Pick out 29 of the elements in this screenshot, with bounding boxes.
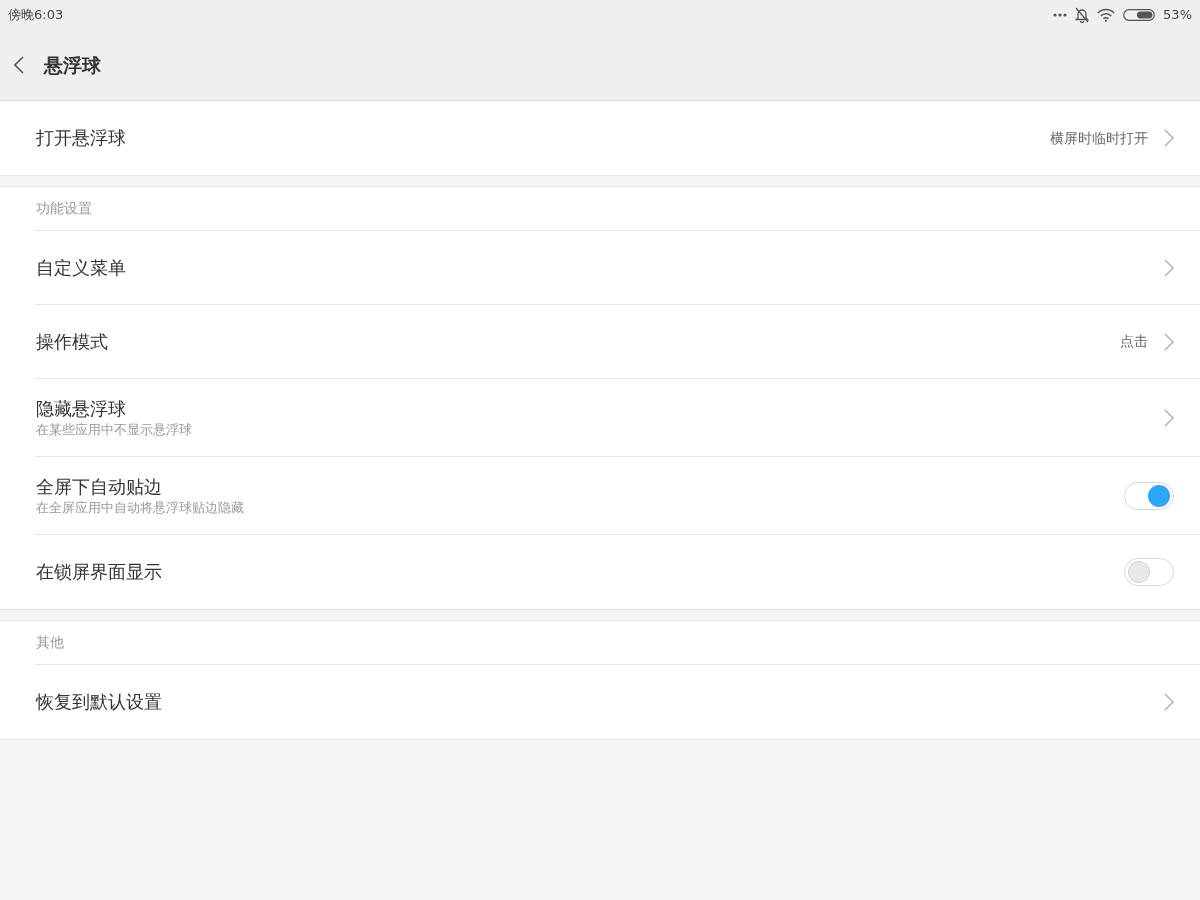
page-title: 悬浮球	[44, 52, 101, 78]
setting-title[interactable]: 全屏下自动贴边	[36, 474, 244, 499]
section-heading: 其他	[35, 633, 64, 652]
more-dots-icon	[1053, 13, 1068, 17]
chevron-right-icon	[1164, 332, 1174, 351]
setting-title[interactable]: 自定义菜单	[36, 255, 126, 280]
setting-title[interactable]: 操作模式	[36, 329, 108, 354]
setting-title[interactable]: 打开悬浮球	[36, 126, 126, 150]
setting-title[interactable]: 在锁屏界面显示	[36, 560, 162, 584]
status-time: 傍晚6:03	[8, 6, 64, 25]
setting-description: 在全屏应用中自动将悬浮球贴边隐藏	[36, 498, 244, 517]
setting-description: 在某些应用中不显示悬浮球	[36, 420, 192, 439]
chevron-right-icon	[1164, 258, 1174, 277]
chevron-right-icon	[1164, 408, 1174, 427]
chevron-right-icon	[1164, 129, 1174, 147]
row-value: 点击	[1120, 332, 1148, 351]
setting-title[interactable]: 隐藏悬浮球	[36, 396, 192, 421]
setting-title[interactable]: 恢复到默认设置	[36, 690, 162, 714]
row-value: 横屏时临时打开	[1050, 128, 1148, 148]
toggle-switch[interactable]	[1124, 481, 1174, 510]
battery-percentage: 53%	[1163, 6, 1192, 25]
back-button[interactable]	[13, 55, 25, 75]
wifi-icon	[1097, 8, 1116, 22]
chevron-right-icon	[1164, 693, 1174, 711]
section-heading: 功能设置	[35, 199, 92, 218]
bell-off-icon	[1075, 7, 1090, 23]
toggle-switch[interactable]	[1124, 558, 1174, 586]
battery-icon	[1123, 9, 1156, 21]
back-icon	[14, 56, 24, 74]
